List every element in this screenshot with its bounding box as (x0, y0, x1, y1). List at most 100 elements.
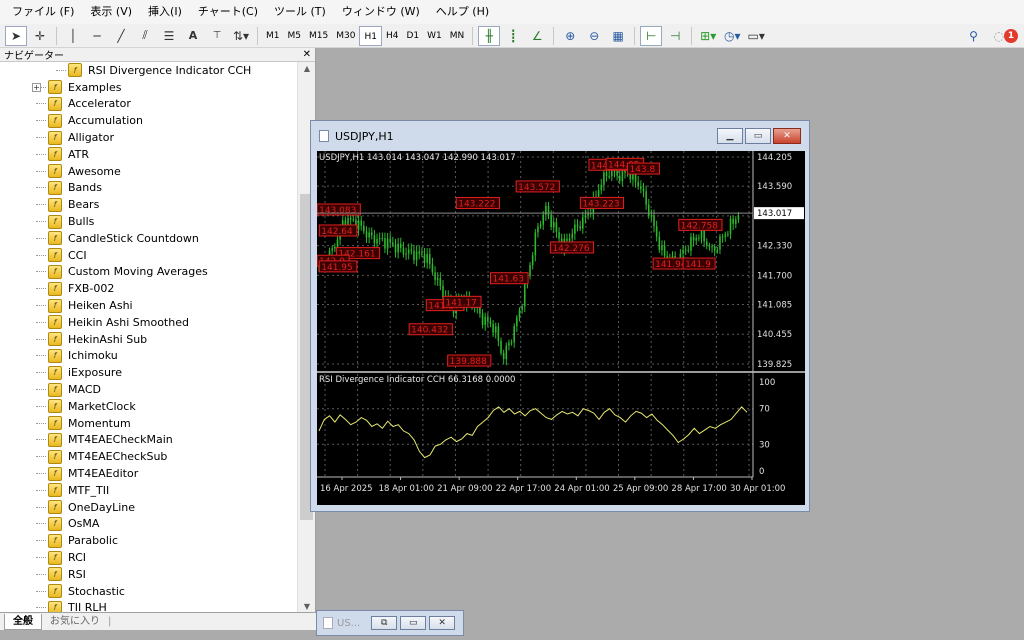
menu-item-0[interactable]: ファイル (F) (4, 0, 82, 24)
navigator-item[interactable]: f Heiken Ashi (0, 297, 296, 314)
tab-favorites[interactable]: お気に入り (42, 614, 108, 630)
menu-item-2[interactable]: 挿入(I) (140, 0, 190, 24)
navigator-item[interactable]: f Momentum (0, 415, 296, 432)
navigator-item[interactable]: f Heikin Ashi Smoothed (0, 314, 296, 331)
navigator-item[interactable]: f Bulls (0, 213, 296, 230)
navigator-item[interactable]: f CCI (0, 247, 296, 264)
horizontal-line-icon[interactable]: ─ (86, 26, 108, 46)
close-button[interactable]: ✕ (429, 616, 456, 630)
navigator-item[interactable]: f OneDayLine (0, 499, 296, 516)
chart-canvas[interactable]: 143.083142.64142.161142.0141.95143.22214… (317, 151, 805, 505)
chart-window[interactable]: USDJPY,H1 ▁ ▭ ✕ 143.083142.64142.161142.… (310, 120, 810, 512)
navigator-item-label: RSI Divergence Indicator CCH (88, 63, 252, 77)
trendline-icon[interactable]: ╱ (110, 26, 132, 46)
search-icon[interactable]: ⚲ (963, 26, 985, 46)
navigator-item[interactable]: f MT4EAECheckMain (0, 432, 296, 449)
navigator-item[interactable]: f Bears (0, 196, 296, 213)
navigator-item[interactable]: f RCI (0, 549, 296, 566)
navigator-item[interactable]: f CandleStick Countdown (0, 230, 296, 247)
menu-item-5[interactable]: ウィンドウ (W) (334, 0, 428, 24)
timeframe-d1[interactable]: D1 (402, 26, 423, 46)
chart-window-titlebar[interactable]: USDJPY,H1 ▁ ▭ ✕ (311, 121, 809, 151)
vertical-line-icon[interactable]: │ (62, 26, 84, 46)
menu-item-1[interactable]: 表示 (V) (82, 0, 140, 24)
bar-chart-icon[interactable]: ╫ (478, 25, 501, 46)
scroll-up-icon[interactable]: ▲ (298, 62, 316, 76)
navigator-item[interactable]: f Alligator (0, 129, 296, 146)
candle-body (347, 218, 349, 226)
templates-dropdown-icon[interactable]: ▭▾ (745, 26, 767, 46)
indicator-icon: f (48, 416, 62, 431)
navigator-item[interactable]: f iExposure (0, 364, 296, 381)
navigator-item[interactable]: f MT4EAECheckSub (0, 448, 296, 465)
close-button[interactable]: ✕ (773, 128, 801, 144)
divergence-label: 143.223 (582, 199, 619, 209)
maximize-button[interactable]: ▭ (745, 128, 771, 144)
navigator-item[interactable]: f MT4EAEditor (0, 465, 296, 482)
timeframe-m15[interactable]: M15 (305, 26, 332, 46)
maximize-button[interactable]: ▭ (400, 616, 427, 630)
line-chart-icon[interactable]: ∠ (526, 26, 548, 46)
candle-body (658, 236, 661, 250)
expand-icon[interactable]: + (32, 82, 41, 92)
candle-body (497, 326, 500, 341)
close-icon[interactable]: ✕ (303, 49, 311, 60)
timeframe-m5[interactable]: M5 (284, 26, 306, 46)
navigator-item-label: Bands (68, 181, 102, 195)
indicators-dropdown-icon[interactable]: ⊞▾ (697, 26, 719, 46)
menu-bar: ファイル (F) 表示 (V) 挿入(I) チャート(C) ツール (T) ウィンドウ (… (0, 0, 1024, 24)
navigator-item[interactable]: f Ichimoku (0, 348, 296, 365)
menu-item-6[interactable]: ヘルプ (H) (428, 0, 497, 24)
navigator-item[interactable]: f Accelerator (0, 96, 296, 113)
tile-windows-icon[interactable]: ▦ (607, 26, 629, 46)
timeframe-h1[interactable]: H1 (359, 25, 382, 46)
equidistant-channel-icon[interactable]: ⫽ (134, 26, 156, 46)
navigator-item[interactable]: f ATR (0, 146, 296, 163)
navigator-item[interactable]: f Parabolic (0, 532, 296, 549)
timeframe-m1[interactable]: M1 (262, 26, 284, 46)
navigator-item[interactable]: + f Examples (0, 79, 296, 96)
navigator-item[interactable]: f FXB-002 (0, 280, 296, 297)
timeframe-h4[interactable]: H4 (382, 26, 403, 46)
navigator-item[interactable]: f MarketClock (0, 398, 296, 415)
chart-shift-icon[interactable]: ⊢ (640, 25, 663, 46)
navigator-item[interactable]: f Awesome (0, 163, 296, 180)
crosshair-tool-icon[interactable]: ✛ (29, 26, 51, 46)
zoom-out-icon[interactable]: ⊖ (583, 26, 605, 46)
timeframe-m30[interactable]: M30 (332, 26, 359, 46)
candle-body (692, 236, 695, 241)
navigator-item[interactable]: f MACD (0, 381, 296, 398)
navigator-item[interactable]: f HekinAshi Sub (0, 331, 296, 348)
navigator-item[interactable]: f Custom Moving Averages (0, 264, 296, 281)
notification-icon[interactable]: ◌ 1 (994, 29, 1018, 43)
navigator-item[interactable]: f Bands (0, 180, 296, 197)
navigator-item[interactable]: f Stochastic (0, 583, 296, 600)
candle-body (336, 239, 339, 247)
autoscroll-icon[interactable]: ⊣ (664, 26, 686, 46)
tab-common[interactable]: 全般 (4, 613, 42, 630)
navigator-item[interactable]: f Accumulation (0, 112, 296, 129)
minimize-button[interactable]: ▁ (717, 128, 743, 144)
navigator-item[interactable]: f RSI (0, 566, 296, 583)
timeframe-w1[interactable]: W1 (423, 26, 446, 46)
periods-dropdown-icon[interactable]: ◷▾ (721, 26, 743, 46)
arrows-dropdown-icon[interactable]: ⇅▾ (230, 26, 252, 46)
minimized-chart-window[interactable]: US... ⧉ ▭ ✕ (316, 610, 464, 636)
navigator-item[interactable]: f MTF_TII (0, 482, 296, 499)
candlestick-chart-icon[interactable]: ┋ (502, 26, 524, 46)
restore-button[interactable]: ⧉ (371, 616, 398, 630)
navigator-title: ナビゲーター (4, 51, 64, 62)
menu-item-3[interactable]: チャート(C) (190, 0, 266, 24)
menu-item-4[interactable]: ツール (T) (266, 0, 334, 24)
cursor-tool-icon[interactable]: ➤ (5, 25, 27, 46)
divergence-label: 142.64 (321, 227, 353, 237)
navigator-item[interactable]: f RSI Divergence Indicator CCH (0, 62, 296, 79)
chart-svg[interactable]: 143.083142.64142.161142.0141.95143.22214… (317, 151, 805, 505)
fibonacci-icon[interactable]: ☰ (158, 26, 180, 46)
zoom-in-icon[interactable]: ⊕ (559, 26, 581, 46)
navigator-item[interactable]: f OsMA (0, 516, 296, 533)
text-label-icon[interactable]: ⊤ (206, 26, 228, 46)
timeframe-mn[interactable]: MN (446, 26, 469, 46)
text-tool-icon[interactable]: A (182, 26, 204, 46)
candle-body (555, 222, 558, 232)
